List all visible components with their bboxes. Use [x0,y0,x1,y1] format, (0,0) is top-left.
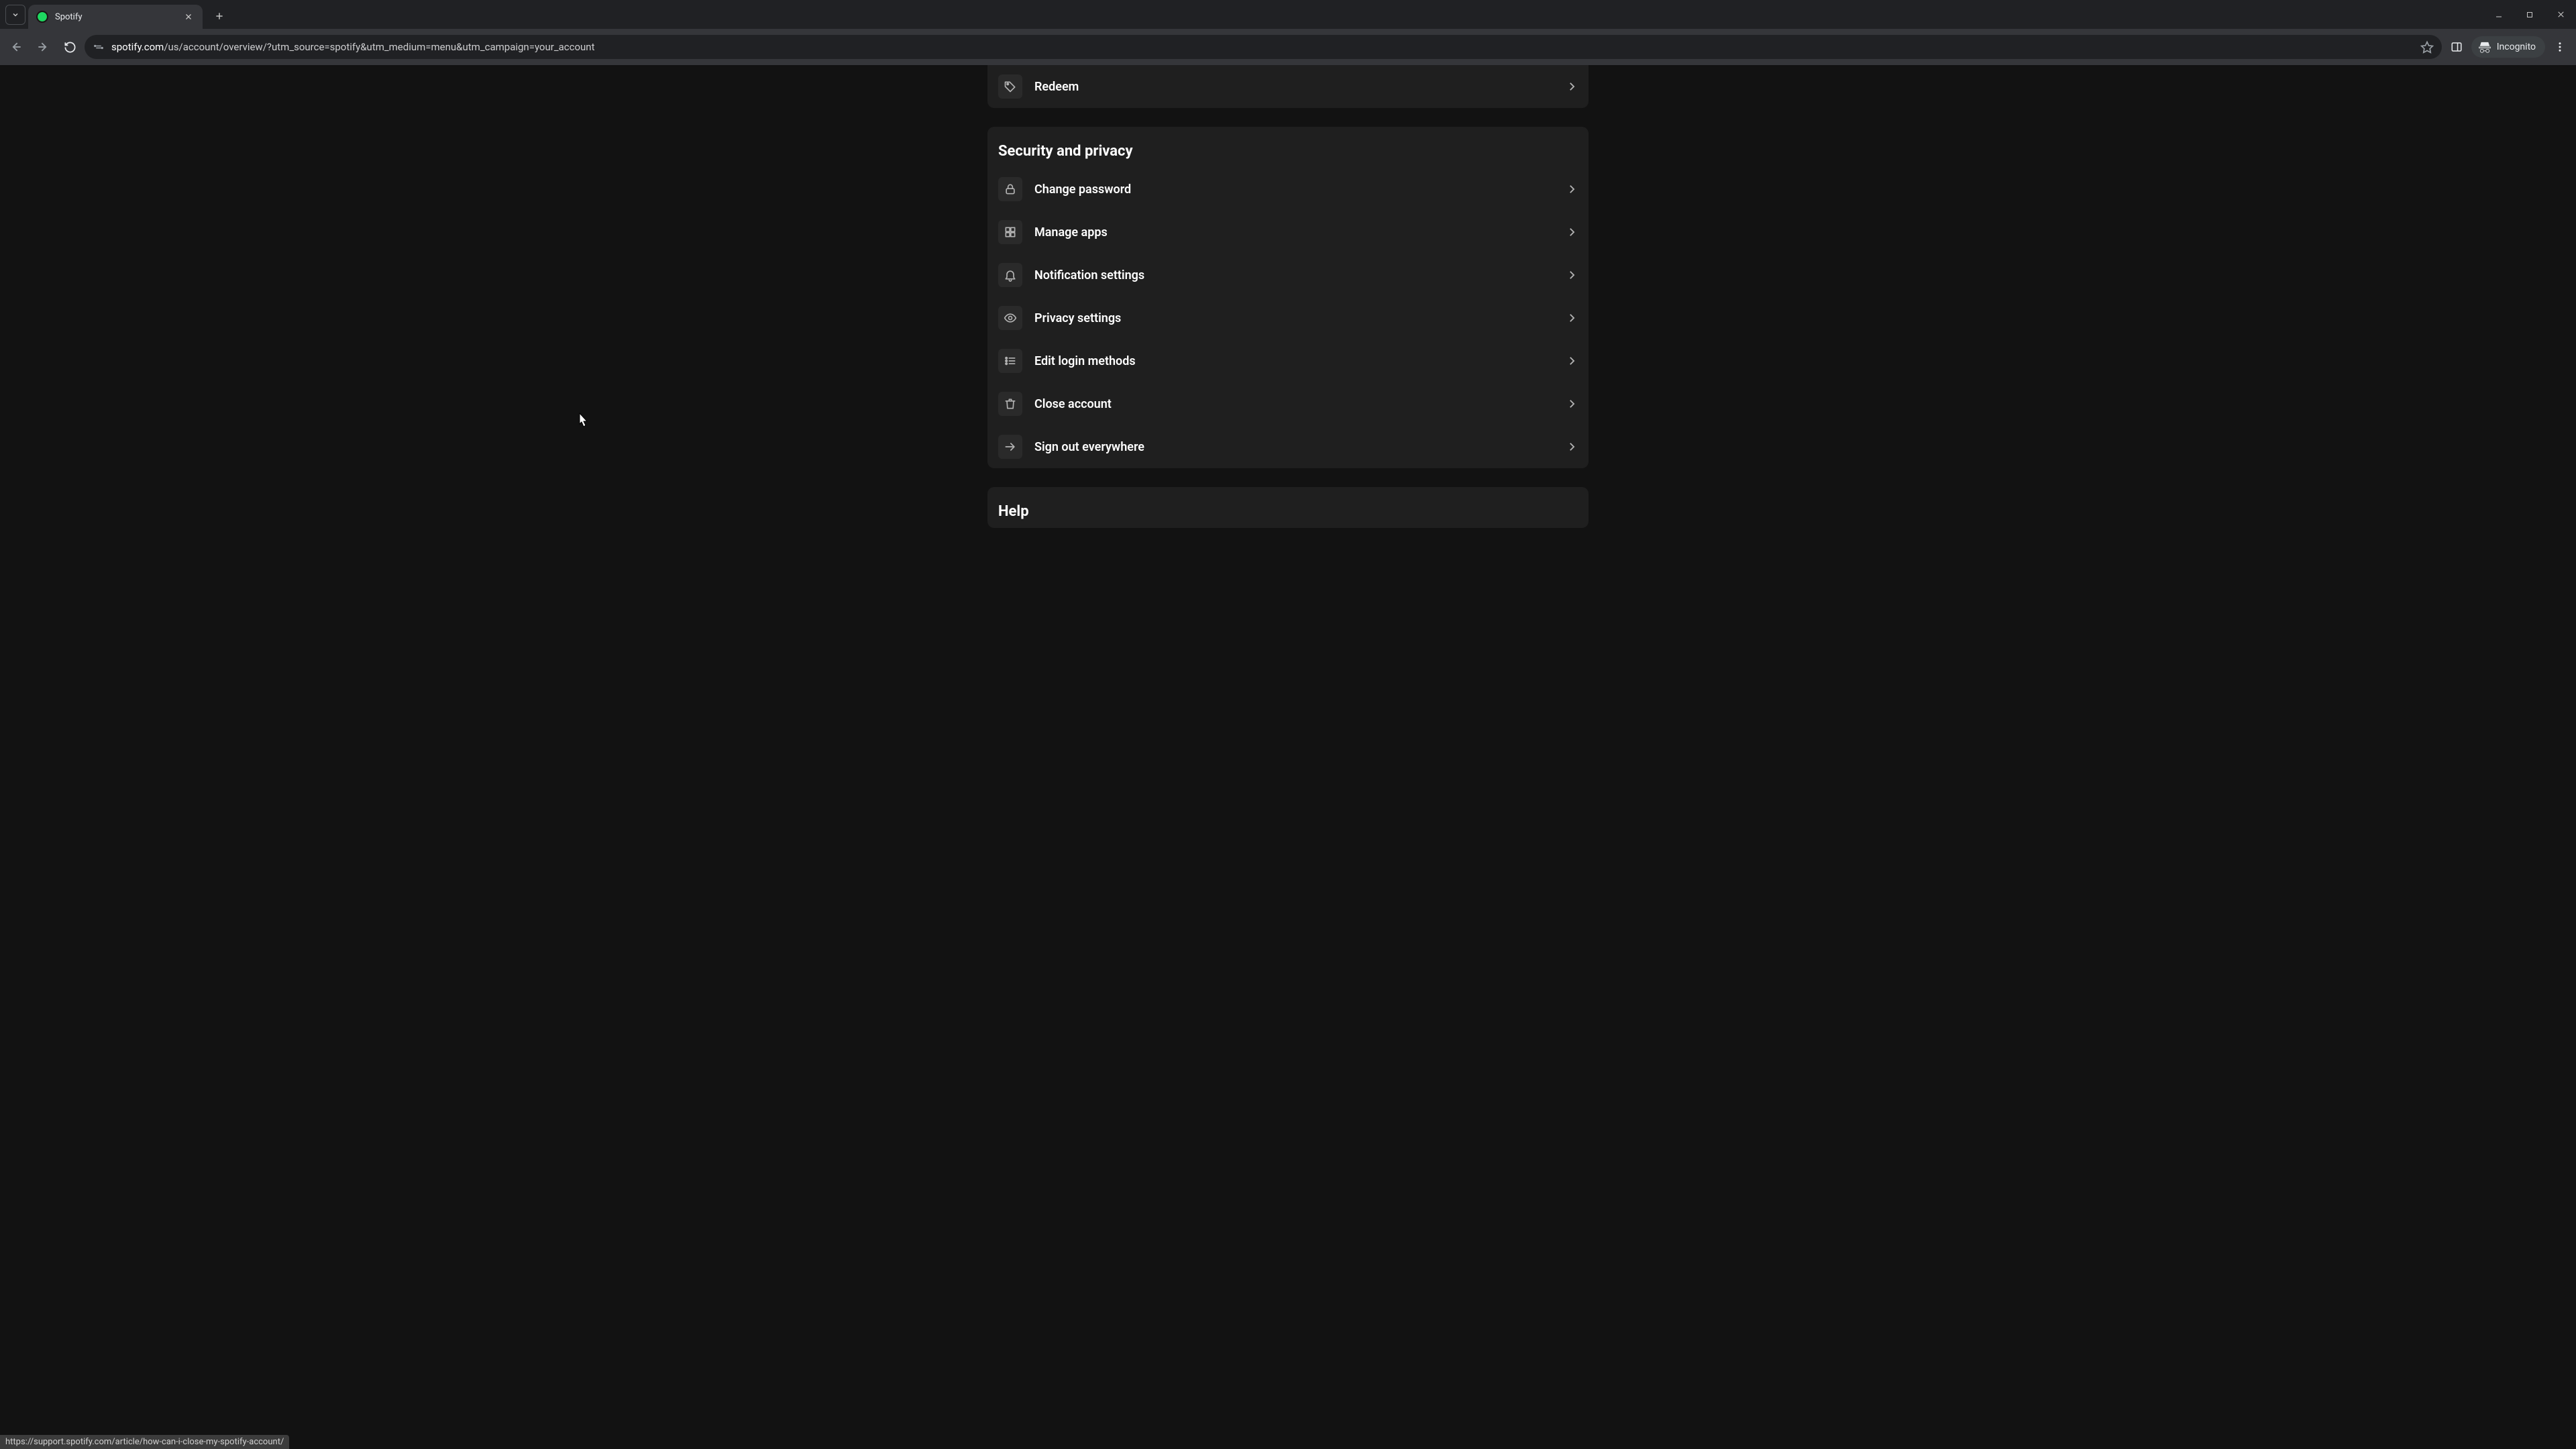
security-row-label: Manage apps [1034,225,1108,239]
incognito-icon [2478,40,2491,54]
payment-row-label: Redeem [1034,80,1079,94]
security-row-label: Change password [1034,182,1131,197]
lock-icon [998,177,1022,201]
side-panel-button[interactable] [2445,35,2469,59]
bell-icon [998,263,1022,287]
security-row-trash[interactable]: Close account [987,382,1589,425]
grid-icon [998,220,1022,244]
security-row-label: Close account [1034,397,1112,411]
chevron-right-icon [1566,80,1578,93]
window-controls [2483,0,2576,29]
chevron-right-icon [1566,441,1578,453]
tab-title: Spotify [55,12,83,22]
chevron-right-icon [1566,183,1578,195]
site-info-button[interactable] [93,41,105,53]
url-text: spotify.com/us/account/overview/?utm_sou… [111,41,2414,53]
status-url: https://support.spotify.com/article/how-… [5,1437,284,1447]
security-row-arrow[interactable]: Sign out everywhere [987,425,1589,468]
security-row-label: Edit login methods [1034,354,1136,368]
page-scroll-area[interactable]: Redeem Security and privacy Change passw… [0,65,2576,1449]
browser-menu-button[interactable] [2548,35,2572,59]
arrow-icon [998,435,1022,459]
help-card: Help [987,487,1589,528]
nav-forward-button[interactable] [31,35,55,59]
security-row-label: Sign out everywhere [1034,440,1144,454]
payment-row-tag[interactable]: Redeem [987,65,1589,108]
chevron-right-icon [1566,226,1578,238]
security-row-label: Notification settings [1034,268,1144,282]
window-maximize-button[interactable] [2514,0,2545,29]
security-card: Security and privacy Change password Man… [987,127,1589,468]
window-minimize-button[interactable] [2483,0,2514,29]
payment-card-partial: Redeem [987,65,1589,108]
nav-back-button[interactable] [4,35,28,59]
new-tab-button[interactable] [209,6,229,26]
security-row-lock[interactable]: Change password [987,168,1589,211]
security-row-grid[interactable]: Manage apps [987,211,1589,254]
chevron-right-icon [1566,269,1578,281]
tab-strip: Spotify [0,0,2576,29]
incognito-badge[interactable]: Incognito [2471,36,2545,58]
status-bar: https://support.spotify.com/article/how-… [0,1435,289,1449]
spotify-favicon-icon [36,11,48,23]
browser-toolbar: spotify.com/us/account/overview/?utm_sou… [0,29,2576,65]
chevron-right-icon [1566,355,1578,367]
chevron-right-icon [1566,398,1578,410]
tab-close-button[interactable] [182,11,195,23]
nav-reload-button[interactable] [58,35,82,59]
list-icon [998,349,1022,373]
security-row-eye[interactable]: Privacy settings [987,297,1589,339]
address-bar[interactable]: spotify.com/us/account/overview/?utm_sou… [85,35,2442,59]
chevron-right-icon [1566,312,1578,324]
security-row-list[interactable]: Edit login methods [987,339,1589,382]
browser-tab[interactable]: Spotify [28,5,203,29]
help-card-title: Help [987,487,1589,528]
trash-icon [998,392,1022,416]
tab-search-button[interactable] [5,5,25,25]
eye-icon [998,306,1022,330]
security-row-bell[interactable]: Notification settings [987,254,1589,297]
incognito-label: Incognito [2497,42,2536,52]
page-viewport: Redeem Security and privacy Change passw… [0,65,2576,1449]
window-close-button[interactable] [2545,0,2576,29]
security-row-label: Privacy settings [1034,311,1121,325]
security-card-title: Security and privacy [987,127,1589,168]
tag-icon [998,74,1022,99]
bookmark-star-button[interactable] [2420,40,2434,54]
